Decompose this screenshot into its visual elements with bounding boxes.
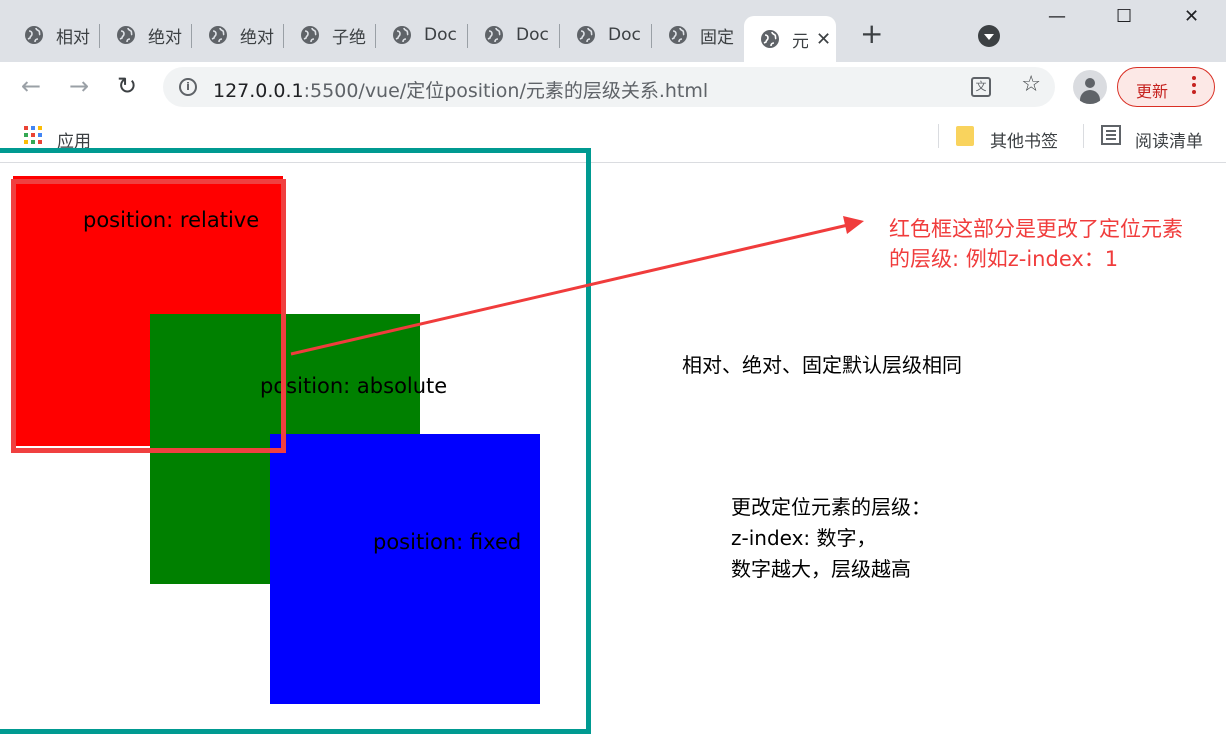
url-path: :5500/vue/定位position/元素的层级关系.html <box>303 80 709 102</box>
tab-search-icon[interactable] <box>978 25 1000 47</box>
tab-title: 元 <box>792 31 808 52</box>
tab-1[interactable]: 相对 <box>8 16 100 54</box>
default-level-note: 相对、绝对、固定默认层级相同 <box>682 353 962 377</box>
z-index-note: 更改定位元素的层级： z-index: 数字， 数字越大，层级越高 <box>731 492 931 585</box>
callout-line-2: 的层级: 例如z-index：1 <box>889 247 1119 271</box>
globe-icon <box>209 26 227 44</box>
tab-7[interactable]: Doc <box>560 16 652 54</box>
reading-list-icon <box>1101 125 1121 145</box>
tab-active[interactable]: 元 ✕ <box>744 16 836 62</box>
tab-title: Doc <box>424 25 457 45</box>
reload-icon[interactable]: ↻ <box>117 74 137 98</box>
z-index-line-1: 更改定位元素的层级： <box>731 495 931 519</box>
folder-icon <box>956 126 974 146</box>
minimize-button[interactable]: — <box>1048 6 1066 27</box>
tab-5[interactable]: Doc <box>376 16 468 54</box>
tab-3[interactable]: 绝对 <box>192 16 284 54</box>
globe-icon <box>25 26 43 44</box>
tab-4[interactable]: 子绝 <box>284 16 376 54</box>
globe-icon <box>577 26 595 44</box>
url-host: 127.0.0.1 <box>213 80 304 102</box>
z-index-line-3: 数字越大，层级越高 <box>731 557 911 581</box>
tab-title: 相对 <box>56 27 90 48</box>
callout-line-1: 红色框这部分是更改了定位元素 <box>889 217 1183 241</box>
tab-title: Doc <box>608 25 641 45</box>
menu-icon[interactable] <box>1192 76 1198 97</box>
callout-text: 红色框这部分是更改了定位元素 的层级: 例如z-index：1 <box>889 214 1183 274</box>
globe-icon <box>761 30 779 48</box>
tab-title: Doc <box>516 25 549 45</box>
globe-icon <box>301 26 319 44</box>
update-button[interactable]: 更新 <box>1117 67 1215 107</box>
page-content: position: relative position: absolute po… <box>0 148 1226 737</box>
translate-icon[interactable]: 文 <box>971 77 991 97</box>
close-window-button[interactable]: ✕ <box>1184 6 1199 27</box>
info-icon[interactable]: i <box>179 78 197 96</box>
back-icon[interactable]: ← <box>21 74 41 98</box>
tab-title: 绝对 <box>148 27 182 48</box>
toolbar: ← → ↻ i 127.0.0.1:5500/vue/定位position/元素… <box>0 62 1226 114</box>
tab-title: 固定 <box>700 27 734 48</box>
apps-grid-icon[interactable] <box>24 126 44 146</box>
tab-title: 绝对 <box>240 27 274 48</box>
url-text[interactable]: 127.0.0.1:5500/vue/定位position/元素的层级关系.ht… <box>213 76 708 103</box>
forward-icon[interactable]: → <box>69 74 89 98</box>
update-label: 更新 <box>1136 82 1169 101</box>
tab-strip: 相对 绝对 绝对 子绝 Doc Doc Doc 固定 元 ✕ + — ☐ ✕ <box>0 0 1226 62</box>
globe-icon <box>117 26 135 44</box>
tab-title: 子绝 <box>332 27 366 48</box>
reading-list[interactable]: 阅读清单 <box>1135 127 1203 152</box>
profile-icon[interactable] <box>1073 70 1107 104</box>
globe-icon <box>485 26 503 44</box>
z-index-line-2: z-index: 数字， <box>731 526 877 550</box>
close-tab-icon[interactable]: ✕ <box>816 29 831 50</box>
globe-icon <box>393 26 411 44</box>
new-tab-button[interactable]: + <box>860 20 883 48</box>
tab-8[interactable]: 固定 <box>652 16 744 54</box>
globe-icon <box>669 26 687 44</box>
tab-2[interactable]: 绝对 <box>100 16 192 54</box>
address-bar[interactable]: i 127.0.0.1:5500/vue/定位position/元素的层级关系.… <box>163 67 1055 107</box>
tab-6[interactable]: Doc <box>468 16 560 54</box>
star-icon[interactable]: ☆ <box>1021 72 1041 97</box>
other-bookmarks[interactable]: 其他书签 <box>990 127 1058 152</box>
maximize-button[interactable]: ☐ <box>1116 6 1132 27</box>
